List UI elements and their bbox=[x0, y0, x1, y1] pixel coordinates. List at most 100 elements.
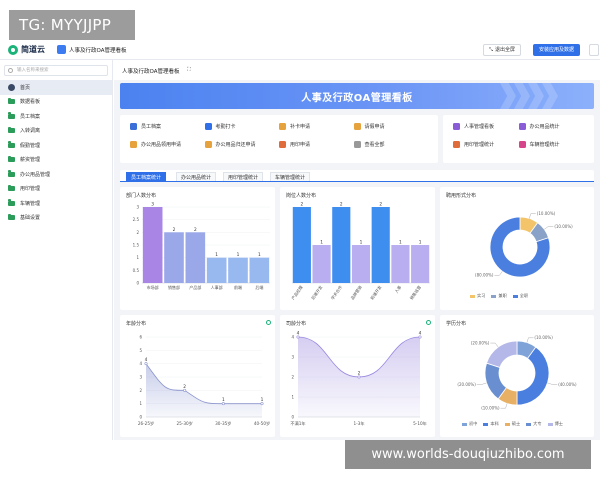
x-tick-label: 后端开发 bbox=[309, 284, 323, 301]
compress-icon: ⤡ bbox=[489, 47, 494, 53]
quick-link[interactable]: 查看全部 bbox=[353, 140, 429, 149]
folder-icon bbox=[8, 213, 15, 221]
quick-link-label: 办公用品统计 bbox=[529, 124, 560, 130]
legend-item[interactable]: 全职 bbox=[512, 293, 528, 299]
sidebar-item[interactable]: 入转调离 bbox=[0, 124, 112, 139]
quick-link-label: 办公用品归还申请 bbox=[215, 142, 256, 148]
data-label: 1 bbox=[258, 252, 261, 258]
quick-link[interactable]: 车辆管理统计 bbox=[518, 140, 585, 149]
y-tick-label: 3 bbox=[139, 375, 142, 380]
quick-link[interactable]: 补卡申请 bbox=[279, 122, 354, 131]
position-distribution-card: 岗位人数分布 2 产品经理 1 后端开发 2 学术合作 1 品牌营销 2 前端开发 1 人事 1 销售运营 bbox=[280, 187, 435, 310]
quick-link[interactable]: 办公用品领用申请 bbox=[130, 140, 205, 149]
quick-link[interactable]: 办公用品归还申请 bbox=[204, 140, 280, 149]
data-label: 2 bbox=[173, 227, 176, 233]
sidebar-item[interactable]: 数据看板 bbox=[0, 95, 112, 110]
more-button[interactable] bbox=[589, 44, 599, 56]
legend-item[interactable]: 博士 bbox=[547, 421, 563, 427]
sidebar-item[interactable]: 办公用品管理 bbox=[0, 167, 112, 182]
sidebar-item[interactable]: 基础设置 bbox=[0, 211, 112, 226]
brand-logo-icon bbox=[8, 44, 18, 55]
bar[interactable] bbox=[371, 207, 390, 283]
quick-link[interactable]: 办公用品统计 bbox=[518, 122, 585, 131]
bar[interactable] bbox=[332, 207, 351, 283]
bar[interactable] bbox=[164, 232, 184, 283]
quick-link-label: 办公用品领用申请 bbox=[141, 142, 182, 148]
y-tick-label: 0.5 bbox=[133, 268, 140, 273]
install-app-button[interactable]: 安装应用及数据 bbox=[533, 44, 581, 56]
data-label: 1 bbox=[399, 240, 402, 246]
watermark-bottom: www.worlds-douqiuzhibo.com bbox=[345, 440, 591, 469]
data-label: 2 bbox=[379, 202, 382, 208]
quick-link[interactable]: 人事管理看板 bbox=[453, 122, 519, 131]
brand[interactable]: 简道云 bbox=[8, 44, 45, 55]
x-tick-label: 1-3年 bbox=[353, 420, 364, 427]
app-title: 人事及行政OA管理看板 bbox=[69, 48, 127, 54]
sidebar-item[interactable]: 薪资管理 bbox=[0, 153, 112, 168]
sidebar-item[interactable]: 员工档案 bbox=[0, 109, 112, 124]
slice-percent-label: (10.00%) bbox=[481, 406, 500, 411]
sidebar-item[interactable]: 首页 bbox=[0, 80, 112, 95]
bar[interactable] bbox=[411, 245, 430, 283]
folder-icon bbox=[8, 112, 15, 119]
app-icon bbox=[57, 45, 66, 54]
sidebar-item[interactable]: 假勤管理 bbox=[0, 138, 112, 153]
data-label: 2 bbox=[300, 202, 303, 208]
sidebar-item[interactable]: 车辆管理 bbox=[0, 196, 112, 211]
area-chart: 012344不满1年21-3年45-10年 bbox=[290, 331, 426, 428]
fullscreen-icon[interactable]: ⛶ bbox=[187, 67, 191, 74]
bar[interactable] bbox=[249, 257, 270, 283]
folder-icon bbox=[8, 199, 15, 206]
legend-item[interactable]: 兼职 bbox=[491, 293, 507, 299]
legend-swatch bbox=[504, 422, 510, 426]
quick-link-label: 车辆管理统计 bbox=[529, 142, 560, 148]
legend-item[interactable]: 实习 bbox=[470, 293, 485, 299]
legend-swatch bbox=[462, 422, 467, 426]
y-tick-label: 3 bbox=[136, 205, 139, 210]
bar[interactable] bbox=[185, 232, 206, 283]
bar[interactable] bbox=[142, 207, 163, 283]
quick-link-icon bbox=[453, 141, 460, 148]
tab-underline bbox=[120, 181, 594, 182]
legend-swatch bbox=[512, 294, 518, 298]
dashboard-tab-title[interactable]: 人事及行政OA管理看板 bbox=[122, 67, 180, 75]
bar[interactable] bbox=[292, 207, 311, 283]
label-leader-line bbox=[529, 213, 536, 219]
x-tick-label: 产品经理 bbox=[290, 284, 304, 301]
donut-slice[interactable] bbox=[486, 340, 518, 368]
slice-percent-label: (10.00%) bbox=[534, 335, 553, 340]
bar[interactable] bbox=[351, 245, 371, 283]
label-leader-line bbox=[476, 382, 487, 385]
legend-item[interactable]: 初中 bbox=[462, 421, 477, 427]
exit-fullscreen-label: 退出全屏 bbox=[495, 47, 516, 53]
quick-link[interactable]: 用印管理统计 bbox=[453, 140, 519, 149]
x-tick-label: 学术合作 bbox=[329, 284, 343, 301]
legend-item[interactable]: 本科 bbox=[483, 421, 499, 427]
sidebar-search-input[interactable]: 输入名称来搜索 bbox=[4, 65, 108, 76]
bar[interactable] bbox=[228, 257, 248, 283]
folder-icon bbox=[8, 97, 15, 105]
legend-item[interactable]: 大专 bbox=[526, 421, 542, 427]
quick-links-card: 员工档案 考勤打卡 补卡申请 请假申请办公用品领用申请 办公用品归还申请 用印申请 查看全部 bbox=[120, 115, 438, 163]
y-tick-label: 2 bbox=[136, 230, 139, 235]
legend-label: 硕士 bbox=[511, 421, 521, 426]
quick-link-label: 补卡申请 bbox=[290, 124, 311, 130]
quick-link[interactable]: 员工档案 bbox=[130, 122, 205, 131]
data-label: 3 bbox=[151, 202, 154, 208]
sidebar-item[interactable]: 用印管理 bbox=[0, 182, 112, 197]
home-icon bbox=[8, 83, 15, 91]
bar[interactable] bbox=[206, 257, 227, 283]
education-distribution-card: 学历分布 (10.00%) (40.00%) (10.00%) (20.00%) (20… bbox=[440, 315, 594, 437]
bar[interactable] bbox=[312, 245, 331, 283]
exit-fullscreen-button[interactable]: ⤡ 退出全屏 bbox=[483, 44, 522, 56]
x-tick-label: 前端 bbox=[234, 284, 242, 290]
quick-link[interactable]: 请假申请 bbox=[353, 122, 429, 131]
folder-icon bbox=[8, 170, 15, 177]
y-tick-label: 2.5 bbox=[133, 217, 140, 222]
label-leader-line bbox=[490, 342, 499, 348]
bar[interactable] bbox=[391, 245, 410, 283]
quick-link[interactable]: 考勤打卡 bbox=[204, 122, 280, 131]
data-label: 1 bbox=[419, 240, 422, 246]
legend-item[interactable]: 硕士 bbox=[504, 421, 521, 427]
quick-link[interactable]: 用印申请 bbox=[279, 140, 354, 149]
